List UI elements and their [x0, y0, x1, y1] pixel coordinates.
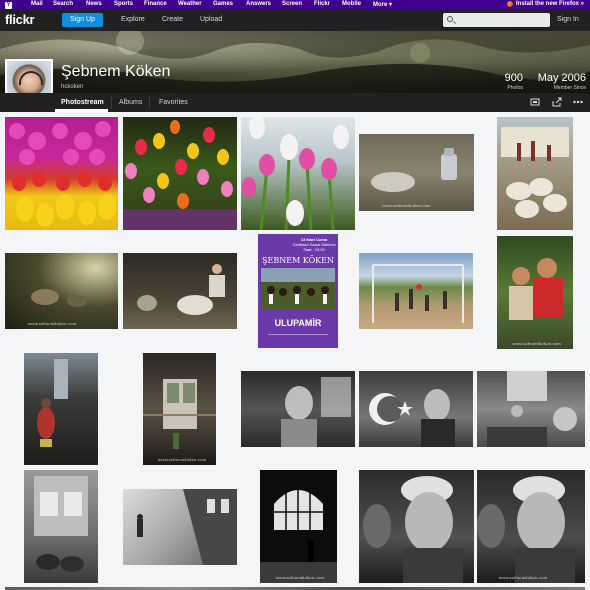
more-label: More: [373, 2, 388, 8]
photo-boy-with-flag[interactable]: [359, 371, 473, 447]
tab-photostream[interactable]: Photostream: [61, 99, 104, 106]
photo-boy-bw-portrait[interactable]: [241, 371, 355, 447]
yahoo-logo-icon[interactable]: Y: [5, 1, 12, 9]
profile-username: hckoken: [61, 84, 84, 90]
photo-arched-window-silhouette[interactable]: www.sebnemkoken.com: [260, 470, 337, 583]
photo-man-profile-bw-2[interactable]: www.sebnemkoken.com: [477, 470, 585, 583]
firefox-icon: [506, 1, 513, 7]
signup-button[interactable]: Sign Up: [62, 13, 103, 27]
poster-photo: [261, 268, 335, 310]
firefox-promo-label: Install the new Firefox »: [515, 1, 584, 7]
photo-sheep-in-forest[interactable]: www.sebnemkoken.com: [5, 253, 118, 329]
slideshow-icon[interactable]: [530, 97, 540, 107]
yahoo-link-mail[interactable]: Mail: [31, 1, 43, 7]
photo-man-profile-bw-1[interactable]: [359, 470, 474, 583]
poster-name: ŞEBNEM KÖKEN: [262, 256, 334, 265]
poster-time: Saat : 19.00: [303, 247, 325, 252]
photo-watermark: www.sebnemkoken.com: [27, 321, 77, 326]
active-tab-indicator: [55, 109, 108, 112]
yahoo-link-mobile[interactable]: Mobile: [342, 1, 361, 7]
yahoo-link-answers[interactable]: Answers: [246, 1, 271, 7]
yahoo-link-more[interactable]: More ▾: [373, 1, 392, 8]
photo-tulips-from-below[interactable]: [241, 117, 355, 230]
photos-count-label: Photos: [507, 85, 523, 91]
photos-count: 900 Photos: [496, 72, 523, 91]
photo-kids-on-steps[interactable]: [477, 371, 585, 447]
search-input[interactable]: [457, 14, 547, 26]
profile-tabs: Photostream Albums Favorites: [0, 93, 590, 112]
tab-divider: [149, 96, 150, 109]
firefox-promo[interactable]: Install the new Firefox »: [506, 1, 584, 7]
yahoo-top-bar: Y Mail Search News Sports Finance Weathe…: [0, 0, 590, 10]
headphones-icon: [19, 71, 43, 85]
photo-sheep-herd-village[interactable]: [497, 117, 573, 230]
more-icon[interactable]: [573, 97, 583, 107]
photo-watermark: www.sebnemkoken.com: [512, 341, 561, 346]
nav-create[interactable]: Create: [162, 16, 183, 23]
nav-explore[interactable]: Explore: [121, 16, 145, 23]
chevron-down-icon: ▾: [389, 2, 393, 8]
search-box: [443, 13, 550, 27]
tab-favorites[interactable]: Favorites: [159, 99, 188, 106]
flickr-nav-bar: flickr Sign Up Explore Create Upload Sig…: [0, 10, 590, 31]
poster-title: ULUPAMİR: [274, 318, 322, 328]
search-icon[interactable]: [447, 16, 453, 22]
flickr-logo[interactable]: flickr: [5, 12, 35, 27]
photo-watermark: www.sebnemkoken.com: [382, 203, 431, 208]
photo-tulips-pink-yellow[interactable]: [5, 117, 118, 230]
tab-albums[interactable]: Albums: [119, 99, 142, 106]
yahoo-link-flickr[interactable]: Flickr: [314, 1, 330, 7]
photo-watermark: www.sebnemkoken.com: [498, 575, 548, 580]
yahoo-link-games[interactable]: Games: [213, 1, 233, 7]
member-since: May 2006 Member Since: [536, 72, 586, 91]
yahoo-link-weather[interactable]: Weather: [178, 1, 202, 7]
photo-two-boys-portrait[interactable]: www.sebnemkoken.com: [497, 236, 573, 349]
member-since-value: May 2006: [537, 72, 586, 84]
yahoo-link-search[interactable]: Search: [53, 1, 73, 7]
photo-man-shearing-sheep[interactable]: [123, 253, 237, 329]
signin-link[interactable]: Sign In: [557, 16, 579, 23]
photo-train-platform-walker[interactable]: [123, 489, 237, 565]
tab-divider: [111, 96, 112, 109]
photo-tulips-colorful-garden[interactable]: [123, 117, 237, 230]
yahoo-link-news[interactable]: News: [86, 1, 102, 7]
photo-ulupamir-poster[interactable]: 13 Mart Cuma Gediksizi Sanat Merkezi Saa…: [258, 234, 338, 348]
yahoo-link-finance[interactable]: Finance: [144, 1, 167, 7]
photo-train-window-women[interactable]: [24, 470, 98, 583]
nav-upload[interactable]: Upload: [200, 16, 222, 23]
photos-count-value: 900: [504, 72, 523, 84]
profile-name: Şebnem Köken: [61, 63, 171, 80]
yahoo-link-sports[interactable]: Sports: [114, 1, 133, 7]
photo-sleeping-man-and-can[interactable]: www.sebnemkoken.com: [359, 134, 474, 211]
poster-footer: [268, 334, 328, 342]
photo-interior-courtyard[interactable]: www.sebnemkoken.com: [143, 353, 216, 465]
photo-watermark: www.sebnemkoken.com: [157, 457, 207, 462]
yahoo-link-screen[interactable]: Screen: [282, 1, 302, 7]
share-icon[interactable]: [552, 97, 562, 107]
photo-football-goal-children[interactable]: [359, 253, 473, 329]
photo-girl-red-dress-alley[interactable]: [24, 353, 98, 465]
photo-watermark: www.sebnemkoken.com: [275, 575, 325, 580]
member-since-label: Member Since: [553, 85, 586, 91]
